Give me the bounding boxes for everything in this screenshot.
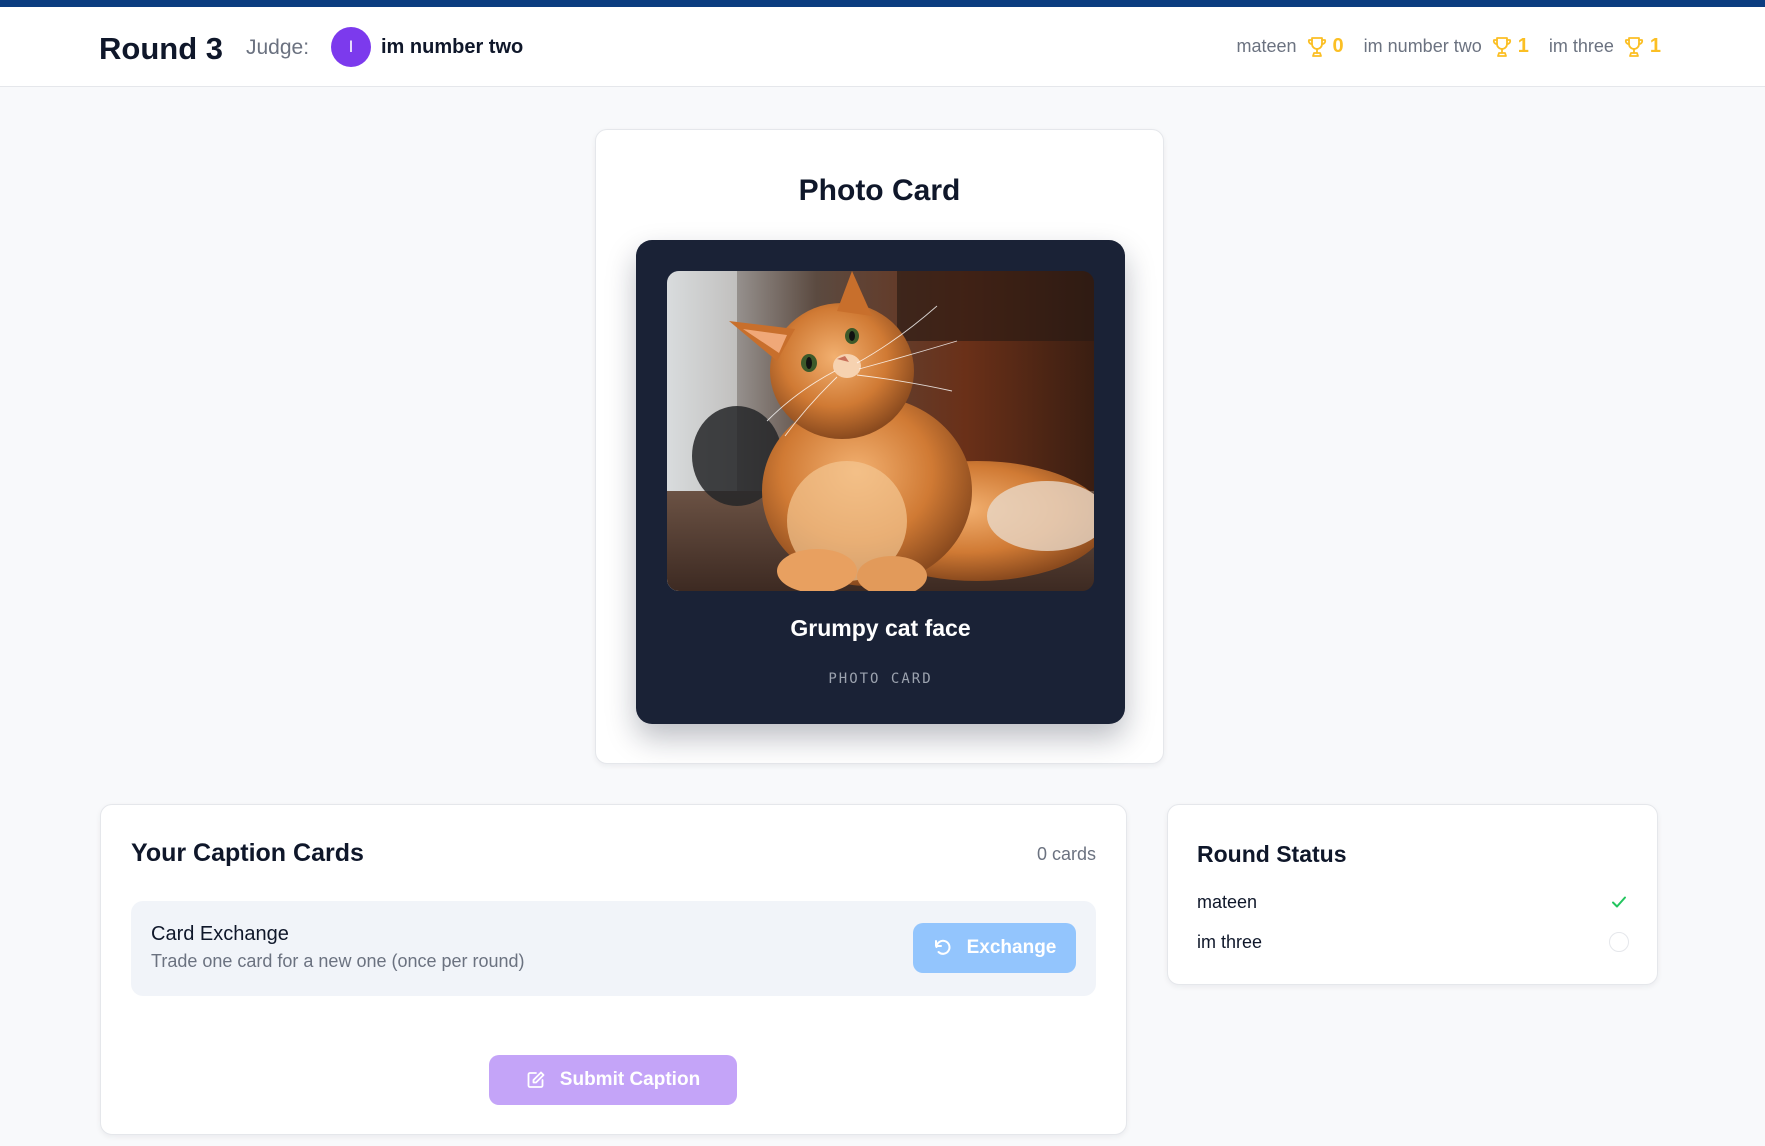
photo-card: Grumpy cat face PHOTO CARD — [636, 240, 1125, 724]
trophy-icon — [1492, 36, 1511, 57]
cat-photo-illustration — [667, 271, 1094, 591]
caption-cards-panel: Your Caption Cards 0 cards Card Exchange… — [100, 804, 1127, 1135]
submit-caption-button[interactable]: Submit Caption — [489, 1055, 737, 1105]
score-entry: im number two 1 — [1364, 35, 1529, 58]
round-title: Round 3 — [99, 31, 223, 66]
status-player-name: im three — [1197, 931, 1263, 952]
card-exchange-title: Card Exchange — [151, 923, 289, 945]
score-value: 0 — [1332, 35, 1344, 57]
judge-avatar: I — [331, 27, 371, 67]
pending-circle-icon — [1608, 931, 1630, 953]
game-header: Round 3 Judge: I im number two mateen 0 … — [0, 7, 1765, 87]
score-entry: mateen 0 — [1237, 35, 1344, 58]
caption-card-count: 0 cards — [1036, 844, 1096, 864]
photo-image — [667, 271, 1094, 591]
status-player-name: mateen — [1197, 891, 1258, 912]
card-exchange-box: Card Exchange Trade one card for a new o… — [131, 901, 1096, 996]
trophy-icon — [1307, 36, 1326, 57]
exchange-button[interactable]: Exchange — [913, 923, 1076, 973]
photo-card-caption: Grumpy cat face — [790, 615, 971, 641]
submit-caption-label: Submit Caption — [559, 1069, 701, 1090]
edit-icon — [527, 1071, 545, 1088]
refresh-icon — [934, 939, 951, 955]
score-player-name: mateen — [1236, 36, 1297, 56]
round-status-panel: Round Status mateen im three — [1167, 804, 1658, 985]
round-status-title: Round Status — [1197, 841, 1347, 867]
score-value: 1 — [1517, 35, 1529, 57]
exchange-button-label: Exchange — [966, 937, 1057, 958]
photo-card-type-label: PHOTO CARD — [828, 671, 933, 687]
caption-panel-title: Your Caption Cards — [131, 839, 364, 867]
photo-panel-title: Photo Card — [798, 174, 961, 207]
card-exchange-description: Trade one card for a new one (once per r… — [151, 951, 525, 971]
check-icon — [1608, 891, 1630, 913]
judge-label: Judge: — [246, 36, 310, 59]
score-value: 1 — [1649, 35, 1661, 57]
photo-card-panel: Photo Card Grumpy cat face PHOTO CARD — [595, 129, 1164, 764]
status-row: mateen — [1197, 887, 1630, 917]
score-player-name: im three — [1548, 36, 1614, 56]
status-row: im three — [1197, 927, 1630, 957]
scoreboard: mateen 0 im number two 1 im three 1 — [1217, 35, 1662, 58]
score-entry: im three 1 — [1549, 35, 1661, 58]
trophy-icon — [1624, 36, 1643, 57]
top-accent-bar — [0, 0, 1765, 7]
score-player-name: im number two — [1363, 36, 1482, 56]
judge-name: im number two — [381, 36, 524, 58]
